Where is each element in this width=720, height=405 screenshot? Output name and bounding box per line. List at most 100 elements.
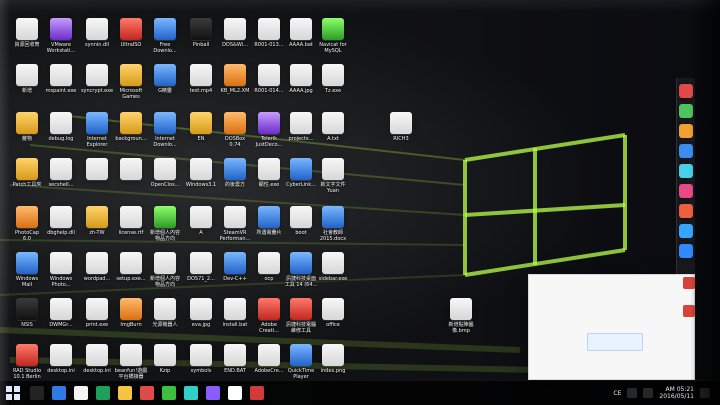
navicat-icon-label: Navicat for MySQL [319,42,347,54]
desktop-ini-2-icon-glyph [86,344,108,366]
taskbar-search-icon[interactable] [30,386,44,400]
rich3-icon[interactable]: RICH3 [378,110,424,154]
new-file-icon[interactable]: 新文字文件 Yuan [310,156,356,200]
internet-download-icon-glyph [154,112,176,134]
ocp-icon-glyph [258,252,280,274]
vmware-icon-glyph [50,18,72,40]
adobe-creative-icon-glyph [258,298,280,320]
desk-tool-icon-glyph [290,252,312,274]
project-icon-glyph [290,112,312,134]
secshell-icon-glyph [50,158,72,180]
syncrypt-exe-icon-glyph [86,64,108,86]
cyberlink-icon-glyph [290,158,312,180]
install-bat-icon-glyph [224,298,246,320]
taskbar-app-5-icon[interactable] [140,386,154,400]
docx-icon-label: 社會教師 2015.docx [319,230,347,242]
mosaic-exe-icon-glyph [258,158,280,180]
dwmgr-icon-glyph [50,298,72,320]
a-txt-icon-glyph [322,112,344,134]
tz-exe-icon[interactable]: Tz.exe [310,62,356,106]
notification-popup [528,274,695,380]
popup-action-button[interactable] [587,333,643,351]
patch-icon-glyph [16,158,38,180]
sidebar-exe-icon-label: sidebar.exe [318,276,348,282]
screen: 資源回收筒 VMware Workstati... synnin.dll UltraI… [0,0,720,405]
dosbox-icon-glyph [224,112,246,134]
taskbar-app-6-icon[interactable] [162,386,176,400]
sidebar-exe-icon-glyph [322,252,344,274]
microsoft-games-icon-glyph [120,64,142,86]
test-mp4-icon-glyph [190,64,212,86]
adobe-cre-icon-glyph [258,344,280,366]
new-file-icon-glyph [322,158,344,180]
docx-icon[interactable]: 社會教師 2015.docx [310,204,356,248]
local-stack-icon-glyph [258,206,280,228]
taskbar-app-8-icon[interactable] [206,386,220,400]
tz-exe-icon-label: Tz.exe [324,88,342,94]
a-txt-icon[interactable]: A.txt [310,110,356,154]
imgburn-icon-glyph [120,298,142,320]
office-icon-glyph [322,298,344,320]
windows-photo-icon-glyph [50,252,72,274]
telerik-icon-glyph [258,112,280,134]
taskbar-app-2-icon[interactable] [74,386,88,400]
windows3-icon-glyph [190,158,212,180]
boot-icon-glyph [290,206,312,228]
taskbar-app-3-icon[interactable] [96,386,110,400]
en-folder-icon-glyph [190,112,212,134]
mspaint-exe-icon-glyph [50,64,72,86]
tray-icon-volume[interactable] [643,388,654,398]
end-bat-icon-glyph [224,344,246,366]
taskbar-app-9-icon[interactable] [228,386,242,400]
rad-studio-icon-glyph [16,344,38,366]
free-download-icon-glyph [154,18,176,40]
bezel-right [690,0,720,405]
tray-icon-network[interactable] [627,388,638,398]
kzip-icon-glyph [154,344,176,366]
synnin-dll-icon-glyph [86,18,108,40]
setup-exe-icon-glyph [120,252,142,274]
dbghelp-icon-glyph [50,206,72,228]
recycle-bin-icon-glyph [16,18,38,40]
ultraiso-icon-glyph [120,18,142,40]
navicat-icon[interactable]: Navicat for MySQL [310,16,356,60]
network-tool-icon-glyph [290,298,312,320]
new-icon-glyph [16,64,38,86]
beanfun-icon-glyph [120,344,142,366]
a-icon-glyph [190,206,212,228]
keyboard-language[interactable]: CE [613,390,621,397]
wordpad-icon-glyph [86,252,108,274]
rich3-icon-glyph [390,112,412,134]
light-icon-glyph [154,298,176,320]
print-exe-icon-glyph [86,298,108,320]
pinball-icon-glyph [190,18,212,40]
taskbar-app-4-icon[interactable] [118,386,132,400]
steamvr-icon-glyph [224,206,246,228]
symbols-icon-glyph [190,344,212,366]
kb-ml-icon-glyph [224,64,246,86]
index-png-icon-glyph [322,344,344,366]
gray-cloud-icon-glyph [224,158,246,180]
taskbar-app-10-icon[interactable] [250,386,264,400]
clock-date: 2016/05/11 [659,393,694,400]
eva-jpg-icon-glyph [190,298,212,320]
quicktime-icon-glyph [290,344,312,366]
bezel-left [0,0,10,405]
desktop-ini-1-icon-glyph [50,344,72,366]
navicat-icon-glyph [322,18,344,40]
rich3-icon-label: RICH3 [393,136,409,142]
sidebar-exe-icon[interactable]: sidebar.exe [310,250,356,294]
new-image-icon[interactable]: 新增點陣圖 像.bmp [438,296,484,340]
aaaa-jpg-icon-glyph [290,64,312,86]
new-file-icon-label: 新文字文件 Yuan [320,182,346,194]
taskbar-app-7-icon[interactable] [184,386,198,400]
license-icon-glyph [120,206,142,228]
taskbar: CE AM 05:21 2016/05/11 [0,380,720,405]
office-icon[interactable]: office [310,296,356,340]
debug-log-icon-glyph [50,112,72,134]
blank-1-icon-glyph [86,158,108,180]
sample-app-icon-glyph [154,64,176,86]
add-music-icon-glyph [154,252,176,274]
clock[interactable]: AM 05:21 2016/05/11 [659,386,694,400]
taskbar-app-1-icon[interactable] [52,386,66,400]
